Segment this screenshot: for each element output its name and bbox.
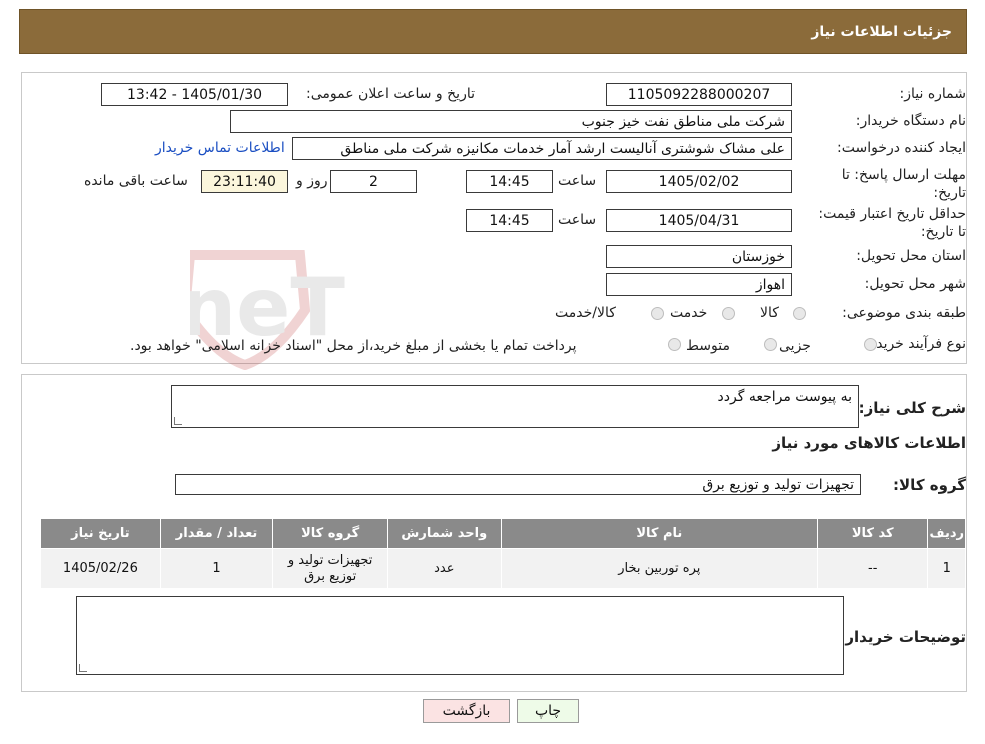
creator-label: ایجاد کننده درخواست: <box>837 140 966 156</box>
goods-group-label: گروه کالا: <box>893 476 966 494</box>
cell-goods-code: -- <box>816 548 929 589</box>
cell-unit: عدد <box>386 548 502 589</box>
validity-date-field: 1405/04/31 <box>606 209 792 232</box>
cell-need-date: 1405/02/26 <box>40 548 161 589</box>
cell-quantity: 1 <box>159 548 274 589</box>
col-goods-group: گروه کالا <box>272 518 388 549</box>
days-field: 2 <box>330 170 417 193</box>
category-option-goods: کالا <box>760 305 779 321</box>
col-goods-name: نام کالا <box>500 518 818 549</box>
col-row-number: ردیف <box>927 518 966 549</box>
page-header: جزئیات اطلاعات نیاز <box>19 9 967 54</box>
resize-grip-icon[interactable] <box>174 417 182 425</box>
cell-goods-name: پره توربین بخار <box>500 548 818 589</box>
announce-label: تاریخ و ساعت اعلان عمومی: <box>306 86 475 102</box>
validity-label: حداقل تاریخ اعتبار قیمت: تا تاریخ: <box>818 206 966 240</box>
process-radio-medium[interactable] <box>764 338 777 351</box>
back-button[interactable]: بازگشت <box>423 699 510 723</box>
province-field: خوزستان <box>606 245 792 268</box>
category-radio-service[interactable] <box>722 307 735 320</box>
cell-goods-group: تجهیزات تولید و توزیع برق <box>272 548 388 589</box>
category-radio-goods[interactable] <box>793 307 806 320</box>
category-option-goods-service: کالا/خدمت <box>555 305 616 321</box>
deadline-time-field: 14:45 <box>466 170 553 193</box>
process-radio-minor[interactable] <box>864 338 877 351</box>
category-label: طبقه بندی موضوعی: <box>842 305 966 321</box>
process-option-minor: جزیی <box>779 338 811 354</box>
remaining-time-field: 23:11:40 <box>201 170 288 193</box>
deadline-label: مهلت ارسال پاسخ: تا تاریخ: <box>841 167 966 201</box>
process-option-medium: متوسط <box>686 338 730 354</box>
process-label: نوع فرآیند خرید : <box>867 336 966 352</box>
days-label: روز و <box>296 173 328 189</box>
col-quantity: تعداد / مقدار <box>159 518 274 549</box>
col-unit: واحد شمارش <box>386 518 502 549</box>
goods-table: ردیف کد کالا نام کالا واحد شمارش گروه کا… <box>40 518 966 589</box>
table-row: 1 -- پره توربین بخار عدد تجهیزات تولید و… <box>40 548 966 589</box>
buyer-notes-label: توضیحات خریدار: <box>839 628 966 646</box>
buyer-contact-link[interactable]: اطلاعات تماس خریدار <box>155 140 285 156</box>
category-option-service: خدمت <box>670 305 708 321</box>
col-need-date: تاریخ نیاز <box>40 518 161 549</box>
creator-field: علی مشاک شوشتری آنالیست ارشد آمار خدمات … <box>292 137 792 160</box>
summary-label: شرح کلی نیاز: <box>858 399 966 417</box>
validity-time-label: ساعت <box>558 212 597 228</box>
table-header-row: ردیف کد کالا نام کالا واحد شمارش گروه کا… <box>40 518 966 549</box>
category-radio-goods-service[interactable] <box>651 307 664 320</box>
print-button[interactable]: چاپ <box>517 699 579 723</box>
cell-row-number: 1 <box>927 548 966 589</box>
deadline-date-field: 1405/02/02 <box>606 170 792 193</box>
announce-field: 1405/01/30 - 13:42 <box>101 83 288 106</box>
resize-grip-icon[interactable] <box>79 664 87 672</box>
deadline-time-label: ساعت <box>558 173 597 189</box>
col-goods-code: کد کالا <box>816 518 929 549</box>
need-number-field: 1105092288000207 <box>606 83 792 106</box>
summary-textarea[interactable]: به پیوست مراجعه گردد <box>171 385 859 428</box>
summary-text: به پیوست مراجعه گردد <box>717 389 852 405</box>
remaining-label: ساعت باقی مانده <box>84 173 188 189</box>
page-title: جزئیات اطلاعات نیاز <box>811 23 952 40</box>
goods-group-field: تجهیزات تولید و توزیع برق <box>175 474 861 495</box>
city-field: اهواز <box>606 273 792 296</box>
need-number-label: شماره نیاز: <box>899 86 967 102</box>
province-label: استان محل تحویل: <box>856 248 966 264</box>
goods-info-title: اطلاعات کالاهای مورد نیاز <box>772 434 966 452</box>
buyer-notes-textarea[interactable] <box>76 596 844 675</box>
city-label: شهر محل تحویل: <box>864 276 966 292</box>
buyer-field: شرکت ملی مناطق نفت خیز جنوب <box>230 110 792 133</box>
buyer-label: نام دستگاه خریدار: <box>855 113 966 129</box>
process-note: پرداخت تمام یا بخشی از مبلغ خرید،از محل … <box>130 338 577 354</box>
process-radio-treasury[interactable] <box>668 338 681 351</box>
validity-time-field: 14:45 <box>466 209 553 232</box>
